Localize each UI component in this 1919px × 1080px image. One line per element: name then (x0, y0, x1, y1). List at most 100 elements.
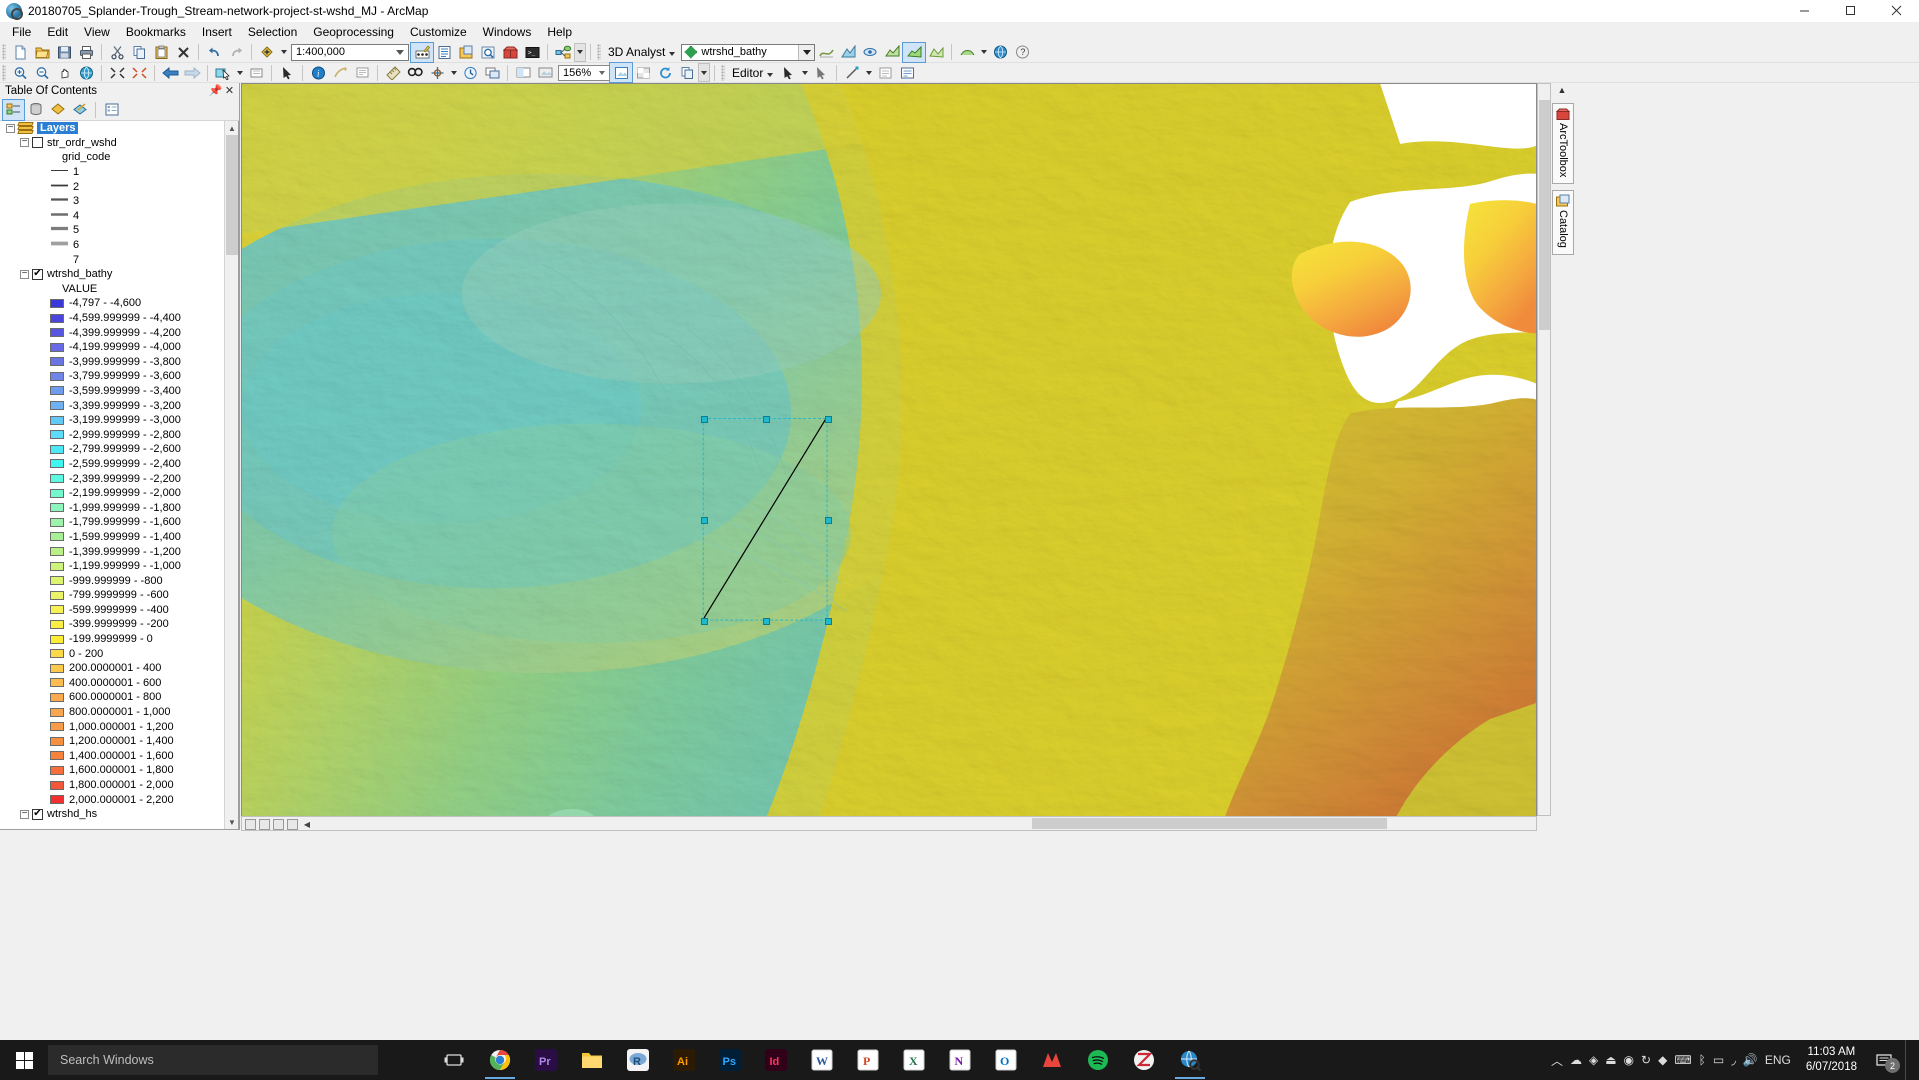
pin-icon[interactable]: 📌 (209, 84, 223, 97)
cut-button[interactable] (106, 43, 128, 62)
toc-class-1-4[interactable]: -3,999.999999 - -3,800 (0, 355, 224, 370)
layout-view-button[interactable] (259, 818, 270, 830)
swipe-layer-button[interactable] (512, 63, 534, 82)
effects-toolbar-button[interactable] (609, 62, 633, 83)
toc-class-1-33[interactable]: 1,800.000001 - 2,000 (0, 778, 224, 793)
toc-class-1-0[interactable]: -4,797 - -4,600 (0, 296, 224, 311)
save-button[interactable] (53, 43, 75, 62)
toc-class-1-18[interactable]: -1,199.999999 - -1,000 (0, 559, 224, 574)
transparency-button[interactable] (632, 63, 654, 82)
show-hidden-icons-chevron[interactable]: ︿ (1551, 1052, 1563, 1069)
delete-button[interactable] (172, 43, 194, 62)
world-extent-button[interactable] (989, 43, 1011, 62)
open-button[interactable] (31, 43, 53, 62)
antivirus-icon[interactable]: ◆ (1658, 1053, 1667, 1067)
toc-class-1-2[interactable]: -4,399.999999 - -4,200 (0, 325, 224, 340)
toc-class-0-2[interactable]: 3 (0, 194, 224, 209)
identify-button[interactable]: i (307, 63, 329, 82)
analysis-layer-combo[interactable]: wtrshd_bathy (681, 43, 816, 61)
selection-handle-n[interactable] (763, 416, 770, 423)
map-canvas[interactable] (242, 84, 1536, 830)
selection-handle-nw[interactable] (701, 416, 708, 423)
taskbar-word-icon[interactable]: W (801, 1040, 843, 1080)
editor-toolbar-button[interactable] (410, 41, 434, 63)
close-icon[interactable]: ✕ (223, 84, 236, 97)
toc-vertical-scrollbar[interactable]: ▲ ▼ (224, 121, 238, 829)
redo-button[interactable] (225, 43, 247, 62)
selection-handle-ne[interactable] (825, 416, 832, 423)
select-features-button[interactable] (212, 63, 234, 82)
menu-edit[interactable]: Edit (39, 22, 76, 42)
expander-icon[interactable] (20, 138, 29, 148)
go-back-extent-button[interactable] (159, 63, 181, 82)
list-by-drawing-order-button[interactable] (2, 98, 25, 121)
taskbar-r-studio-icon[interactable]: R (617, 1040, 659, 1080)
toc-class-1-13[interactable]: -2,199.999999 - -2,000 (0, 486, 224, 501)
edit-tool-button[interactable] (777, 63, 799, 82)
task-view-button[interactable] (433, 1040, 475, 1080)
taskbar-indesign-icon[interactable]: Id (755, 1040, 797, 1080)
close-button[interactable] (1873, 0, 1919, 22)
toc-class-0-6[interactable]: 7 (0, 252, 224, 267)
toc-class-1-6[interactable]: -3,599.999999 - -3,400 (0, 384, 224, 399)
chevron-down-icon[interactable] (798, 44, 815, 60)
bluetooth-icon[interactable]: ᛒ (1699, 1053, 1706, 1067)
contour-dropdown-arrow[interactable] (978, 43, 989, 62)
layer-visibility-checkbox[interactable]: ✔ (32, 268, 43, 280)
safely-remove-hardware-icon[interactable]: ⏏ (1605, 1053, 1616, 1067)
toc-class-1-12[interactable]: -2,399.999999 - -2,200 (0, 471, 224, 486)
toc-class-1-21[interactable]: -599.9999999 - -400 (0, 603, 224, 618)
battery-icon[interactable]: ▭ (1713, 1053, 1724, 1067)
menu-geoprocessing[interactable]: Geoprocessing (305, 22, 402, 42)
scroll-down-arrow-icon[interactable]: ▼ (225, 815, 238, 829)
toc-scroll-thumb[interactable] (226, 135, 238, 255)
fixed-zoom-out-button[interactable] (128, 63, 150, 82)
toc-layer-str_ordr_wshd[interactable]: str_ordr_wshd (0, 136, 224, 151)
tools-overflow-button[interactable] (698, 63, 710, 82)
taskbar-photoshop-icon[interactable]: Ps (709, 1040, 751, 1080)
menu-bookmarks[interactable]: Bookmarks (118, 22, 194, 42)
menu-customize[interactable]: Customize (402, 22, 475, 42)
menu-selection[interactable]: Selection (240, 22, 305, 42)
edit-annotation-button[interactable] (810, 63, 832, 82)
toc-class-1-28[interactable]: 800.0000001 - 1,000 (0, 705, 224, 720)
refresh-view-status-button[interactable] (273, 818, 284, 830)
toc-class-0-0[interactable]: 1 (0, 165, 224, 180)
interpolate-line-button[interactable] (815, 43, 837, 62)
map-view-button[interactable] (245, 818, 256, 830)
measure-button[interactable] (382, 63, 404, 82)
profile-graph-button[interactable] (881, 43, 903, 62)
pause-drawing-button[interactable] (287, 818, 298, 830)
minimize-button[interactable] (1781, 0, 1827, 22)
chevron-down-icon[interactable] (392, 45, 408, 60)
dock-tab-arctoolbox[interactable]: ArcToolbox (1552, 103, 1574, 185)
selection-handle-se[interactable] (825, 618, 832, 625)
search-windows-input[interactable]: Search Windows (48, 1045, 378, 1075)
toc-class-1-26[interactable]: 400.0000001 - 600 (0, 676, 224, 691)
taskbar-onenote-icon[interactable]: N (939, 1040, 981, 1080)
python-window-button[interactable]: >_ (521, 43, 543, 62)
toc-class-1-5[interactable]: -3,799.999999 - -3,600 (0, 369, 224, 384)
toc-class-1-29[interactable]: 1,000.000001 - 1,200 (0, 719, 224, 734)
toc-root-node[interactable]: Layers (0, 121, 224, 136)
toc-class-1-34[interactable]: 2,000.000001 - 2,200 (0, 792, 224, 807)
show-desktop-button[interactable] (1905, 1040, 1913, 1080)
sketch-properties-button[interactable] (874, 63, 896, 82)
undo-button[interactable] (203, 43, 225, 62)
toc-class-1-27[interactable]: 600.0000001 - 800 (0, 690, 224, 705)
extension-menu-3d-analyst[interactable]: 3D Analyst (604, 43, 679, 61)
expander-icon[interactable] (20, 269, 29, 279)
dropbox-icon[interactable]: ◈ (1589, 1053, 1598, 1067)
taskbar-spotify-icon[interactable] (1077, 1040, 1119, 1080)
new-map-button[interactable] (9, 43, 31, 62)
menu-file[interactable]: File (4, 22, 39, 42)
taskbar-file-explorer-icon[interactable] (571, 1040, 613, 1080)
fixed-zoom-in-button[interactable] (106, 63, 128, 82)
toolbar-overflow-button[interactable] (574, 42, 586, 62)
zoom-in-button[interactable] (9, 63, 31, 82)
toolbar-grip[interactable] (597, 44, 601, 60)
full-extent-button[interactable] (75, 63, 97, 82)
toc-class-1-23[interactable]: -199.9999999 - 0 (0, 632, 224, 647)
toc-class-1-7[interactable]: -3,399.999999 - -3,200 (0, 398, 224, 413)
toc-class-0-5[interactable]: 6 (0, 238, 224, 253)
